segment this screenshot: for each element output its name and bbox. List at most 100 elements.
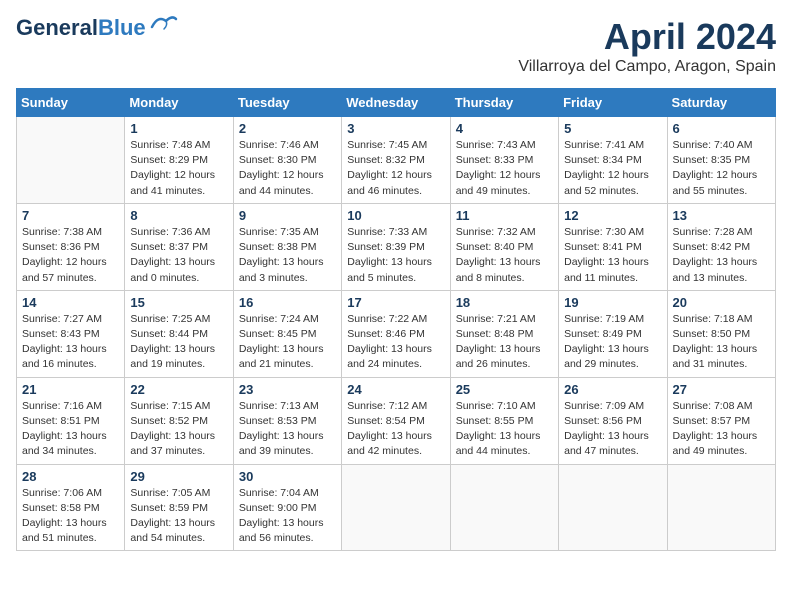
header-cell-wednesday: Wednesday — [342, 89, 450, 117]
day-info: Sunrise: 7:12 AM Sunset: 8:54 PM Dayligh… — [347, 399, 444, 460]
day-cell: 4 Sunrise: 7:43 AM Sunset: 8:33 PM Daylig… — [450, 117, 558, 204]
day-info: Sunrise: 7:43 AM Sunset: 8:33 PM Dayligh… — [456, 138, 553, 199]
day-cell: 18 Sunrise: 7:21 AM Sunset: 8:48 PM Dayli… — [450, 290, 558, 377]
day-cell: 22Sunrise: 7:15 AM Sunset: 8:52 PM Dayli… — [125, 377, 233, 464]
header-cell-saturday: Saturday — [667, 89, 775, 117]
day-info: Sunrise: 7:27 AM Sunset: 8:43 PM Dayligh… — [22, 312, 119, 373]
day-cell: 28 Sunrise: 7:06 AM Sunset: 8:58 PM Dayli… — [17, 464, 125, 551]
header-cell-tuesday: Tuesday — [233, 89, 341, 117]
day-info: Sunrise: 7:40 AM Sunset: 8:35 PM Dayligh… — [673, 138, 770, 199]
day-cell: 23Sunrise: 7:13 AM Sunset: 8:53 PM Dayli… — [233, 377, 341, 464]
day-info: Sunrise: 7:48 AM Sunset: 8:29 PM Dayligh… — [130, 138, 227, 199]
day-info: Sunrise: 7:30 AM Sunset: 8:41 PM Dayligh… — [564, 225, 661, 286]
day-info: Sunrise: 7:16 AM Sunset: 8:51 PM Dayligh… — [22, 399, 119, 460]
day-cell: 7Sunrise: 7:38 AM Sunset: 8:36 PM Daylig… — [17, 203, 125, 290]
day-info: Sunrise: 7:06 AM Sunset: 8:58 PM Dayligh… — [22, 486, 119, 547]
day-cell: 30 Sunrise: 7:04 AM Sunset: 9:00 PM Dayli… — [233, 464, 341, 551]
day-number: 29 — [130, 469, 227, 484]
day-number: 19 — [564, 295, 661, 310]
day-cell: 29 Sunrise: 7:05 AM Sunset: 8:59 PM Dayli… — [125, 464, 233, 551]
day-info: Sunrise: 7:35 AM Sunset: 8:38 PM Dayligh… — [239, 225, 336, 286]
week-row-1: 1 Sunrise: 7:48 AM Sunset: 8:29 PM Daylig… — [17, 117, 776, 204]
day-info: Sunrise: 7:24 AM Sunset: 8:45 PM Dayligh… — [239, 312, 336, 373]
day-cell — [342, 464, 450, 551]
day-cell — [559, 464, 667, 551]
day-number: 23 — [239, 382, 336, 397]
day-number: 9 — [239, 208, 336, 223]
header-cell-monday: Monday — [125, 89, 233, 117]
day-number: 16 — [239, 295, 336, 310]
day-cell: 26 Sunrise: 7:09 AM Sunset: 8:56 PM Dayli… — [559, 377, 667, 464]
day-number: 1 — [130, 121, 227, 136]
day-info: Sunrise: 7:09 AM Sunset: 8:56 PM Dayligh… — [564, 399, 661, 460]
day-info: Sunrise: 7:41 AM Sunset: 8:34 PM Dayligh… — [564, 138, 661, 199]
day-number: 7 — [22, 208, 119, 223]
day-cell: 12 Sunrise: 7:30 AM Sunset: 8:41 PM Dayli… — [559, 203, 667, 290]
day-number: 30 — [239, 469, 336, 484]
day-info: Sunrise: 7:15 AM Sunset: 8:52 PM Dayligh… — [130, 399, 227, 460]
day-info: Sunrise: 7:19 AM Sunset: 8:49 PM Dayligh… — [564, 312, 661, 373]
day-number: 12 — [564, 208, 661, 223]
day-info: Sunrise: 7:22 AM Sunset: 8:46 PM Dayligh… — [347, 312, 444, 373]
day-cell: 14 Sunrise: 7:27 AM Sunset: 8:43 PM Dayli… — [17, 290, 125, 377]
day-number: 2 — [239, 121, 336, 136]
day-number: 13 — [673, 208, 770, 223]
day-cell: 13 Sunrise: 7:28 AM Sunset: 8:42 PM Dayli… — [667, 203, 775, 290]
day-number: 17 — [347, 295, 444, 310]
day-cell: 8 Sunrise: 7:36 AM Sunset: 8:37 PM Daylig… — [125, 203, 233, 290]
day-info: Sunrise: 7:25 AM Sunset: 8:44 PM Dayligh… — [130, 312, 227, 373]
page-title: April 2024 — [518, 16, 776, 58]
calendar-header: SundayMondayTuesdayWednesdayThursdayFrid… — [17, 89, 776, 117]
day-cell: 3Sunrise: 7:45 AM Sunset: 8:32 PM Daylig… — [342, 117, 450, 204]
day-info: Sunrise: 7:36 AM Sunset: 8:37 PM Dayligh… — [130, 225, 227, 286]
day-cell: 17 Sunrise: 7:22 AM Sunset: 8:46 PM Dayli… — [342, 290, 450, 377]
day-cell: 5 Sunrise: 7:41 AM Sunset: 8:34 PM Daylig… — [559, 117, 667, 204]
day-info: Sunrise: 7:08 AM Sunset: 8:57 PM Dayligh… — [673, 399, 770, 460]
day-number: 3 — [347, 121, 444, 136]
day-number: 11 — [456, 208, 553, 223]
logo: GeneralBlue — [16, 16, 178, 40]
day-number: 27 — [673, 382, 770, 397]
day-info: Sunrise: 7:21 AM Sunset: 8:48 PM Dayligh… — [456, 312, 553, 373]
week-row-3: 14 Sunrise: 7:27 AM Sunset: 8:43 PM Dayli… — [17, 290, 776, 377]
logo-text: GeneralBlue — [16, 16, 146, 40]
day-cell: 24 Sunrise: 7:12 AM Sunset: 8:54 PM Dayli… — [342, 377, 450, 464]
day-number: 14 — [22, 295, 119, 310]
header-cell-thursday: Thursday — [450, 89, 558, 117]
week-row-4: 21 Sunrise: 7:16 AM Sunset: 8:51 PM Dayli… — [17, 377, 776, 464]
week-row-5: 28 Sunrise: 7:06 AM Sunset: 8:58 PM Dayli… — [17, 464, 776, 551]
day-cell: 19 Sunrise: 7:19 AM Sunset: 8:49 PM Dayli… — [559, 290, 667, 377]
day-cell: 25Sunrise: 7:10 AM Sunset: 8:55 PM Dayli… — [450, 377, 558, 464]
day-info: Sunrise: 7:04 AM Sunset: 9:00 PM Dayligh… — [239, 486, 336, 547]
day-cell: 11Sunrise: 7:32 AM Sunset: 8:40 PM Dayli… — [450, 203, 558, 290]
day-number: 18 — [456, 295, 553, 310]
day-cell — [667, 464, 775, 551]
day-number: 20 — [673, 295, 770, 310]
day-number: 5 — [564, 121, 661, 136]
day-info: Sunrise: 7:33 AM Sunset: 8:39 PM Dayligh… — [347, 225, 444, 286]
day-cell: 20Sunrise: 7:18 AM Sunset: 8:50 PM Dayli… — [667, 290, 775, 377]
day-cell: 16 Sunrise: 7:24 AM Sunset: 8:45 PM Dayli… — [233, 290, 341, 377]
header-cell-sunday: Sunday — [17, 89, 125, 117]
page-subtitle: Villarroya del Campo, Aragon, Spain — [518, 58, 776, 76]
logo-bird-icon — [150, 13, 178, 33]
day-number: 15 — [130, 295, 227, 310]
day-info: Sunrise: 7:05 AM Sunset: 8:59 PM Dayligh… — [130, 486, 227, 547]
day-number: 4 — [456, 121, 553, 136]
day-cell: 1 Sunrise: 7:48 AM Sunset: 8:29 PM Daylig… — [125, 117, 233, 204]
day-number: 24 — [347, 382, 444, 397]
day-cell: 10 Sunrise: 7:33 AM Sunset: 8:39 PM Dayli… — [342, 203, 450, 290]
day-number: 6 — [673, 121, 770, 136]
day-cell: 9 Sunrise: 7:35 AM Sunset: 8:38 PM Daylig… — [233, 203, 341, 290]
day-number: 21 — [22, 382, 119, 397]
day-number: 26 — [564, 382, 661, 397]
day-number: 28 — [22, 469, 119, 484]
day-cell — [450, 464, 558, 551]
day-number: 10 — [347, 208, 444, 223]
day-cell — [17, 117, 125, 204]
day-info: Sunrise: 7:28 AM Sunset: 8:42 PM Dayligh… — [673, 225, 770, 286]
day-cell: 6 Sunrise: 7:40 AM Sunset: 8:35 PM Daylig… — [667, 117, 775, 204]
day-number: 8 — [130, 208, 227, 223]
calendar-body: 1 Sunrise: 7:48 AM Sunset: 8:29 PM Daylig… — [17, 117, 776, 551]
title-block: April 2024 Villarroya del Campo, Aragon,… — [518, 16, 776, 76]
